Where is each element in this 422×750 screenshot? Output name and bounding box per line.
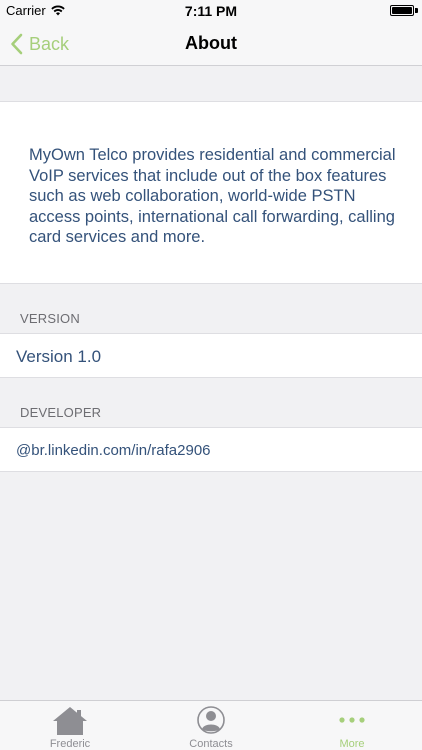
battery-level (392, 7, 412, 14)
tab-contacts-label: Contacts (189, 738, 233, 750)
tab-more-label: More (339, 738, 365, 750)
tab-frederic-label: Frederic (49, 738, 91, 750)
tab-frederic[interactable]: Frederic (0, 701, 140, 750)
tab-contacts[interactable]: Contacts (141, 701, 281, 750)
status-bar: Carrier 7:11 PM (0, 0, 422, 22)
version-row: Version 1.0 (0, 333, 422, 378)
tab-more[interactable]: More (282, 701, 422, 750)
about-card: MyOwn Telco provides residential and com… (0, 101, 422, 284)
battery-icon (390, 5, 414, 16)
version-section-header: VERSION (20, 311, 80, 326)
home-icon (53, 707, 87, 735)
battery-tip (415, 8, 418, 13)
developer-section-header: DEVELOPER (20, 405, 102, 420)
status-time: 7:11 PM (184, 3, 238, 19)
page-title: About (185, 33, 237, 53)
about-description: MyOwn Telco provides residential and com… (29, 146, 396, 246)
developer-row[interactable]: @br.linkedin.com/in/rafa2906 (0, 427, 422, 472)
contacts-icon (197, 706, 225, 734)
version-value: Version 1.0 (16, 347, 102, 366)
navigation-bar: Back About (0, 22, 422, 66)
developer-link[interactable]: @br.linkedin.com/in/rafa2906 (16, 428, 211, 473)
more-icon (339, 717, 365, 723)
tab-bar: Frederic Contacts More (0, 700, 422, 750)
